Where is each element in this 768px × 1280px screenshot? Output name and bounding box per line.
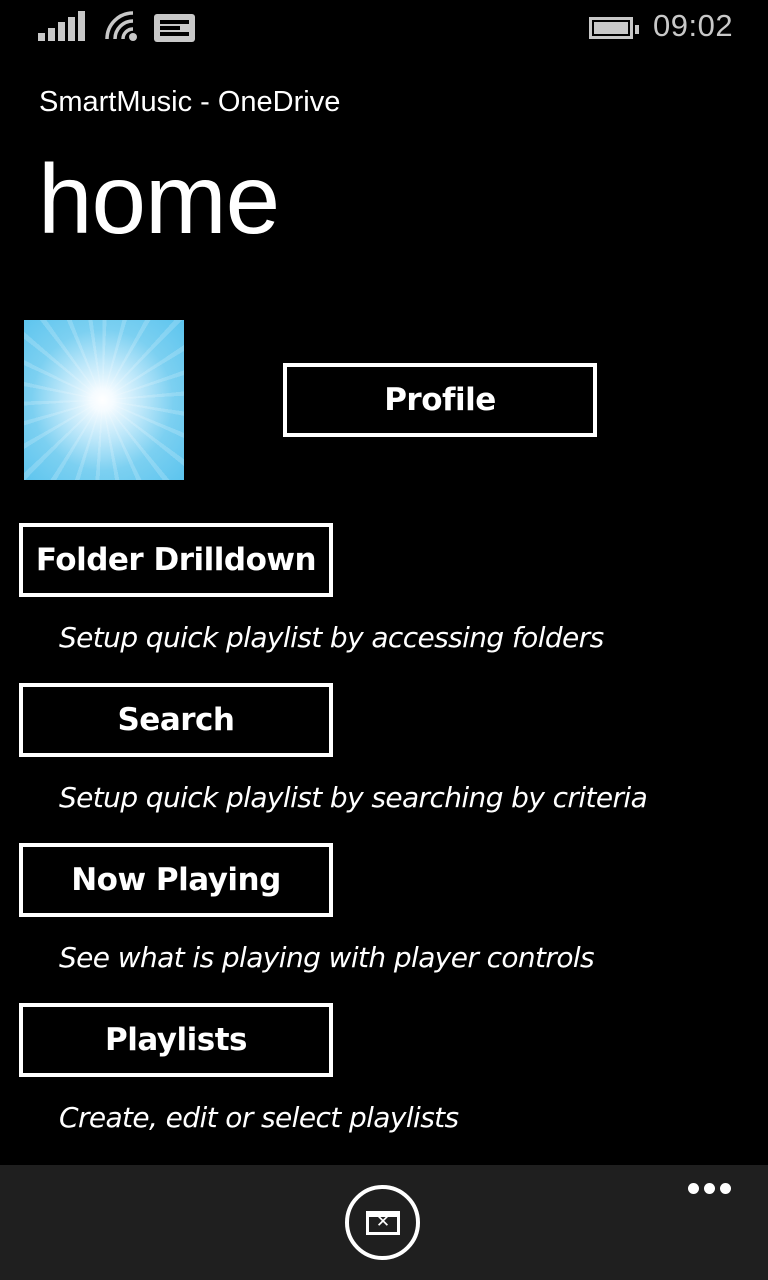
message-icon (154, 14, 195, 42)
folder-drilldown-button[interactable]: Folder Drilldown (19, 523, 333, 597)
app-bar: ✕ (0, 1165, 768, 1280)
wifi-icon (105, 11, 137, 41)
now-playing-description: See what is playing with player controls (59, 941, 595, 974)
avatar (24, 320, 184, 480)
home-screen: 09:02 SmartMusic - OneDrive home Profile… (0, 0, 768, 1280)
folder-drilldown-description: Setup quick playlist by accessing folder… (59, 621, 604, 654)
signal-strength-icon (38, 11, 86, 41)
search-button[interactable]: Search (19, 683, 333, 757)
app-title: SmartMusic - OneDrive (39, 86, 341, 118)
search-description: Setup quick playlist by searching by cri… (59, 781, 648, 814)
ellipsis-icon[interactable] (684, 1181, 734, 1195)
clock: 09:02 (653, 8, 734, 43)
profile-button[interactable]: Profile (283, 363, 597, 437)
page-title: home (38, 144, 280, 254)
playlists-description: Create, edit or select playlists (59, 1101, 459, 1134)
playlists-button[interactable]: Playlists (19, 1003, 333, 1077)
status-bar: 09:02 (0, 0, 768, 56)
close-window-button[interactable]: ✕ (345, 1185, 420, 1260)
now-playing-button[interactable]: Now Playing (19, 843, 333, 917)
battery-icon (589, 17, 639, 39)
close-window-icon: ✕ (366, 1211, 400, 1235)
